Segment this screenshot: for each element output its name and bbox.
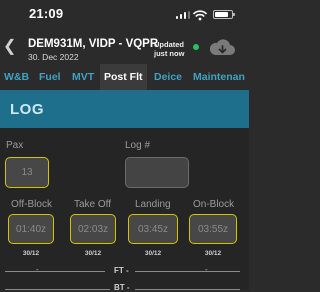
off-block-field[interactable]: 01:40z xyxy=(8,214,54,244)
tab-mvt[interactable]: MVT xyxy=(72,64,94,90)
pax-value: 13 xyxy=(21,167,33,178)
off-block-label: Off-Block xyxy=(11,199,52,210)
wifi-icon xyxy=(193,10,207,21)
section-header: LOG xyxy=(0,90,249,128)
take-off-label: Take Off xyxy=(74,199,112,210)
log-number-label: Log # xyxy=(125,140,151,151)
pax-label: Pax xyxy=(6,140,24,151)
on-block-label: On-Block xyxy=(193,199,235,210)
landing-value: 03:45z xyxy=(137,223,169,235)
ft-divider-left xyxy=(5,271,105,272)
on-block-field[interactable]: 03:55z xyxy=(189,214,237,244)
off-block-date: 30/12 xyxy=(22,250,40,257)
log-number-value xyxy=(126,158,188,187)
ft-right-dash: - xyxy=(205,265,208,274)
landing-label: Landing xyxy=(135,199,171,210)
sync-status-line1: Updated xyxy=(154,40,184,49)
flight-title: DEM931M, VIDP - VQPR xyxy=(28,38,159,50)
tab-bar: W&B Fuel MVT Post Flt Deice Maintenan xyxy=(0,64,249,90)
landing-field[interactable]: 03:45z xyxy=(128,214,178,244)
pax-field[interactable]: 13 xyxy=(5,157,49,188)
take-off-value: 02:03z xyxy=(77,223,109,235)
sync-status: Updated just now xyxy=(154,40,184,58)
landing-date: 30/12 xyxy=(144,250,162,257)
cellular-signal-icon xyxy=(176,11,190,19)
tab-post-flt[interactable]: Post Flt xyxy=(100,64,147,90)
tab-wb[interactable]: W&B xyxy=(4,64,29,90)
cloud-download-icon[interactable] xyxy=(207,38,237,58)
take-off-field[interactable]: 02:03z xyxy=(70,214,116,244)
on-block-date: 30/12 xyxy=(204,250,222,257)
log-form: Pax 13 Log # Off-Block 01:40z 30/12 Take… xyxy=(0,128,249,292)
ft-left-dash: - xyxy=(36,265,39,274)
flight-header: ❮ DEM931M, VIDP - VQPR 30. Dec 2022 Upda… xyxy=(0,30,249,64)
tab-maintenance[interactable]: Maintenan xyxy=(193,64,245,90)
status-time: 21:09 xyxy=(29,6,64,21)
section-title: LOG xyxy=(10,101,44,118)
tab-deice[interactable]: Deice xyxy=(154,64,182,90)
log-number-field[interactable] xyxy=(125,157,189,188)
on-block-value: 03:55z xyxy=(197,223,229,235)
take-off-date: 30/12 xyxy=(84,250,102,257)
battery-icon xyxy=(213,10,235,19)
back-chevron-icon[interactable]: ❮ xyxy=(3,36,16,56)
flight-date: 30. Dec 2022 xyxy=(28,52,79,62)
status-bar: 21:09 xyxy=(0,0,249,30)
sync-ok-dot-icon xyxy=(193,44,199,50)
ft-divider-right xyxy=(135,271,240,272)
flight-time-label: FT - xyxy=(114,266,129,275)
block-time-label: BT - xyxy=(114,283,130,292)
sync-status-line2: just now xyxy=(154,49,185,58)
off-block-value: 01:40z xyxy=(15,223,47,235)
tab-fuel[interactable]: Fuel xyxy=(39,64,61,90)
